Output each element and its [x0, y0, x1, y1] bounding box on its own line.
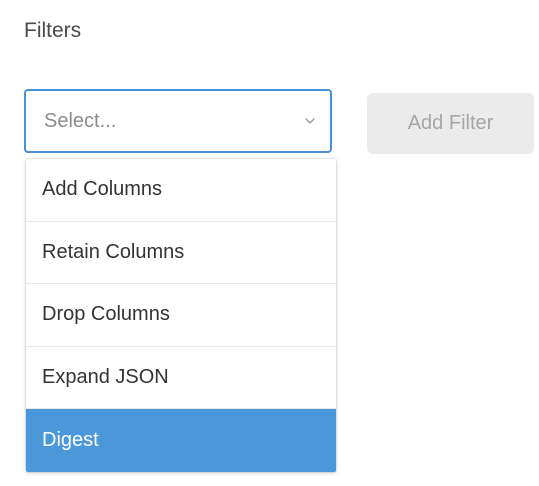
- select-placeholder: Select...: [44, 109, 117, 132]
- menu-item-digest[interactable]: Digest: [26, 409, 336, 472]
- menu-item-expand-json[interactable]: Expand JSON: [26, 347, 336, 410]
- section-title: Filters: [24, 19, 82, 42]
- chevron-down-icon[interactable]: [290, 91, 330, 151]
- filters-panel: Filters Select... Add Filter Add Columns…: [0, 0, 539, 486]
- menu-item-drop-columns[interactable]: Drop Columns: [26, 284, 336, 347]
- filter-type-select[interactable]: Select...: [24, 89, 332, 153]
- filter-options-menu: Add Columns Retain Columns Drop Columns …: [26, 159, 336, 472]
- menu-item-retain-columns[interactable]: Retain Columns: [26, 222, 336, 285]
- add-filter-button[interactable]: Add Filter: [367, 93, 534, 154]
- menu-item-add-columns[interactable]: Add Columns: [26, 159, 336, 222]
